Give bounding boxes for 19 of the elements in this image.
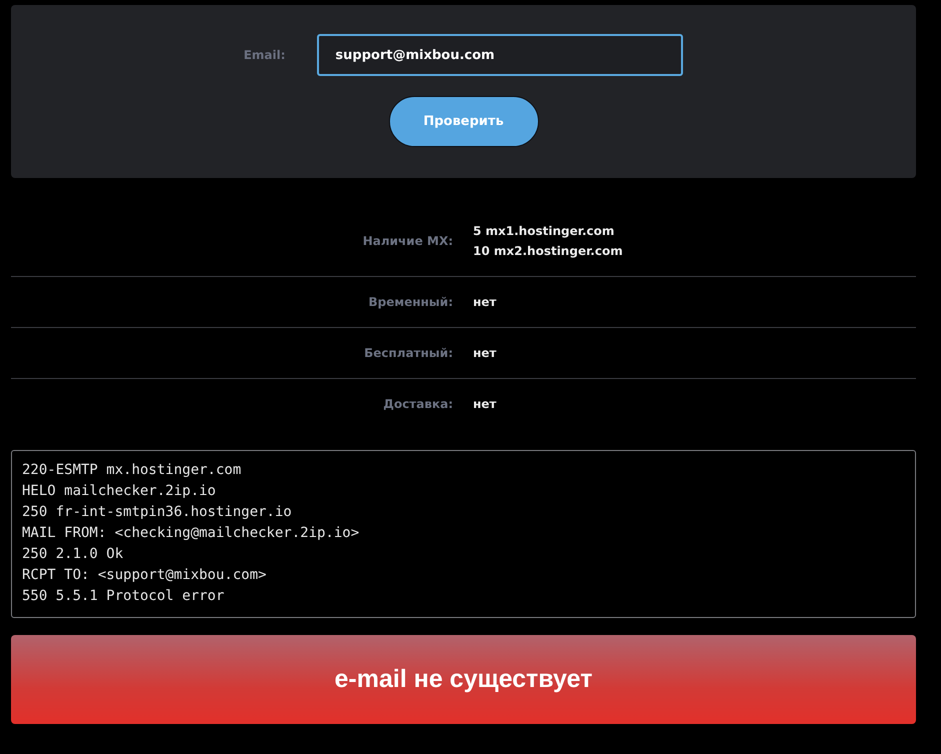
- log-line: 220-ESMTP mx.hostinger.com: [22, 461, 242, 480]
- result-label: Временный:: [368, 294, 453, 311]
- result-label: Наличие MX:: [362, 233, 453, 250]
- email-input[interactable]: support@mixbou.com: [317, 34, 684, 76]
- result-value: 10 mx2.hostinger.com: [473, 243, 623, 260]
- result-label: Бесплатный:: [363, 345, 453, 362]
- log-line: 550 5.5.1 Protocol error: [22, 587, 224, 606]
- log-line: MAIL FROM: <checking@mailchecker.2ip.io>: [22, 524, 360, 543]
- email-label: Email:: [244, 48, 286, 62]
- result-value: нет: [473, 294, 496, 311]
- verdict-banner: e-mail не существует: [11, 635, 916, 724]
- log-line: 250 fr-int-smtpin36.hostinger.io: [22, 503, 292, 522]
- result-label: Доставка:: [382, 396, 453, 413]
- result-value: нет: [473, 345, 496, 362]
- result-value: нет: [473, 396, 496, 413]
- result-value: 5 mx1.hostinger.com: [473, 223, 614, 240]
- log-line: RCPT TO: <support@mixbou.com>: [22, 566, 266, 585]
- log-line: HELO mailchecker.2ip.io: [22, 482, 216, 501]
- log-line: 250 2.1.0 Ok: [22, 545, 124, 564]
